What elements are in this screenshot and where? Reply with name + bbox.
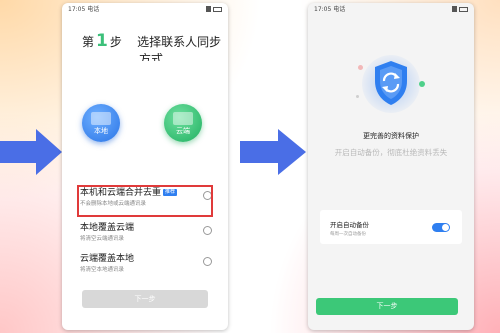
status-time: 17:05 (314, 6, 332, 13)
local-option-label: 本地 (94, 127, 108, 135)
arrow-right-icon (0, 129, 62, 175)
arrow-right-icon (240, 129, 306, 175)
phone-icon (91, 112, 111, 125)
auto-backup-title: 开启自动备份 (330, 221, 369, 229)
step-prefix: 第 (82, 35, 95, 49)
radio-button[interactable] (203, 257, 212, 266)
protection-headline: 更完善的资料保护 (363, 132, 419, 140)
radio-button[interactable] (203, 226, 212, 235)
status-text: 电话 (87, 6, 100, 13)
status-bar: 17:05 电话 (308, 3, 474, 16)
shield-sync-icon (356, 53, 428, 117)
status-icons (206, 6, 222, 12)
option-sub-label: 将清空本地通讯录 (80, 267, 125, 273)
title-line2: 方式 (139, 53, 164, 61)
highlight-box (77, 185, 213, 217)
decor-dot (356, 95, 359, 98)
status-icons (452, 6, 468, 12)
cloud-option-label: 云端 (176, 127, 190, 135)
option-main-label: 云端覆盖本地 (80, 254, 135, 264)
page-title: 第1步 选择联系人同步 (82, 33, 228, 50)
title-wrap: 方式 (84, 53, 224, 61)
sync-option-local-overwrite[interactable]: 本地覆盖云端 将清空云端通讯录 (80, 223, 212, 243)
decor-dot (358, 65, 363, 70)
option-sub-label: 将清空云端通讯录 (80, 236, 125, 242)
battery-icon (213, 7, 222, 12)
status-text: 电话 (333, 6, 346, 13)
title-line1: 选择联系人同步 (137, 35, 222, 49)
battery-icon (459, 7, 468, 12)
auto-backup-card: 开启自动备份 每周一次自动备份 (320, 210, 462, 244)
auto-backup-toggle[interactable] (432, 223, 450, 232)
status-time: 17:05 (68, 6, 86, 13)
next-button[interactable]: 下一步 (82, 290, 208, 308)
status-bar: 17:05 电话 (62, 3, 228, 16)
step-suffix: 步 (109, 35, 122, 49)
protection-subline: 开启自动备份，彻底杜绝资料丢失 (334, 148, 448, 157)
signal-icon (206, 6, 211, 12)
step-number: 1 (96, 31, 108, 51)
auto-backup-desc: 每周一次自动备份 (330, 232, 366, 237)
phone-screen-backup: 17:05 电话 更完善的资料保护 开启自动备份，彻底杜绝资料丢失 开启自动备份… (308, 3, 474, 330)
toggle-knob (442, 224, 449, 231)
signal-icon (452, 6, 457, 12)
next-button[interactable]: 下一步 (316, 298, 458, 315)
cloud-icon (173, 112, 193, 125)
shield-icon (375, 61, 407, 105)
sync-option-cloud-overwrite[interactable]: 云端覆盖本地 将清空本地通讯录 (80, 254, 212, 274)
option-main-label: 本地覆盖云端 (80, 223, 135, 233)
phone-screen-step1: 17:05 电话 第1步 选择联系人同步 方式 本地 云端 本机和云端合并去重推… (62, 3, 228, 330)
decor-dot (419, 81, 425, 87)
local-option-button[interactable]: 本地 (82, 104, 120, 142)
cloud-option-button[interactable]: 云端 (164, 104, 202, 142)
